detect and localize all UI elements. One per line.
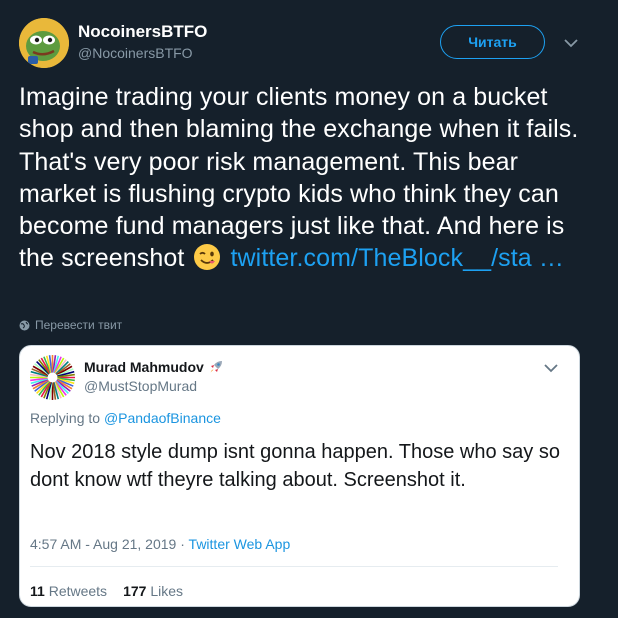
- avatar[interactable]: [19, 18, 69, 68]
- chevron-down-icon[interactable]: [562, 36, 580, 50]
- tweet-text: Imagine trading your clients money on a …: [19, 81, 594, 275]
- pepe-avatar-image: [19, 18, 69, 68]
- chevron-down-icon[interactable]: [544, 360, 558, 373]
- globe-icon: [19, 320, 30, 330]
- divider: [30, 566, 558, 567]
- quoted-avatar[interactable]: [30, 355, 75, 400]
- retweets-count: 11: [30, 583, 45, 599]
- winking-face-emoji: [194, 244, 221, 271]
- quoted-tweet-meta: 4:57 AM - Aug 21, 2019 · Twitter Web App: [30, 536, 290, 552]
- author-name[interactable]: NocoinersBTFO: [78, 22, 207, 42]
- tweet: NocoinersBTFO @NocoinersBTFO Читать Imag…: [0, 0, 618, 618]
- tweet-link[interactable]: twitter.com/TheBlock__/sta …: [230, 244, 563, 272]
- retweets-label: Retweets: [48, 583, 108, 599]
- quoted-author-name: Murad Mahmudov: [84, 359, 204, 375]
- replying-to: Replying to @PandaofBinance: [30, 410, 221, 426]
- quoted-stats: 11 Retweets 177 Likes: [30, 583, 183, 599]
- replying-to-link[interactable]: @PandaofBinance: [104, 410, 221, 426]
- source-app-link[interactable]: Twitter Web App: [189, 536, 291, 552]
- translate-label: Перевести твит: [35, 318, 123, 332]
- starburst-avatar-image: [30, 355, 75, 400]
- author-handle[interactable]: @NocoinersBTFO: [78, 45, 193, 61]
- quoted-author-handle[interactable]: @MustStopMurad: [84, 378, 197, 394]
- likes-stat[interactable]: 177 Likes: [123, 583, 183, 599]
- meta-separator: ·: [180, 536, 185, 552]
- quoted-author-name-row[interactable]: Murad Mahmudov: [84, 359, 223, 375]
- likes-label: Likes: [150, 583, 183, 599]
- replying-prefix: Replying to: [30, 410, 101, 426]
- translate-tweet-button[interactable]: Перевести твит: [19, 318, 122, 332]
- retweets-stat[interactable]: 11 Retweets: [30, 583, 107, 599]
- quoted-timestamp[interactable]: 4:57 AM - Aug 21, 2019: [30, 536, 176, 552]
- likes-count: 177: [123, 583, 147, 599]
- follow-button[interactable]: Читать: [440, 25, 545, 59]
- rocket-emoji: [210, 361, 222, 373]
- quoted-tweet[interactable]: Murad Mahmudov @MustStopMurad Replying t…: [19, 345, 580, 607]
- quoted-tweet-text: Nov 2018 style dump isnt gonna happen. T…: [30, 441, 560, 491]
